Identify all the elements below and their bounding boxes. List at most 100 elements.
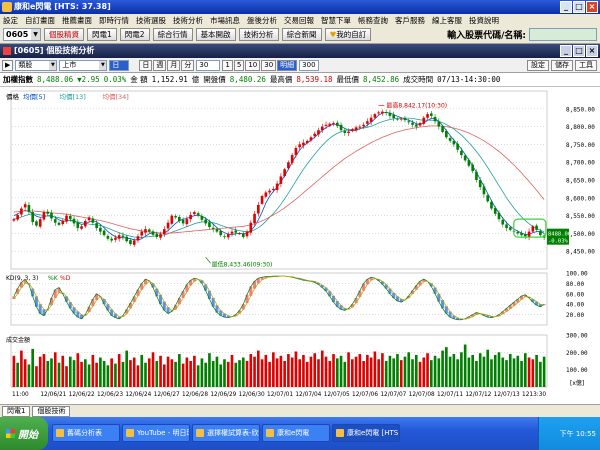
maximize-icon[interactable]: □ <box>573 1 585 13</box>
period-button-2[interactable]: 月 <box>167 59 181 71</box>
candle-body <box>223 236 226 238</box>
range-button-1[interactable]: 5 <box>233 59 245 71</box>
kd-y-tick: 40.00 <box>566 302 584 309</box>
toolbar-button-4[interactable]: 基本開啟 <box>195 28 236 41</box>
type-dropdown-icon[interactable]: ▼ <box>49 60 57 70</box>
candle-body <box>12 219 16 221</box>
type-select[interactable]: 類股 ▼ <box>15 59 58 71</box>
volume-bar <box>275 358 279 387</box>
low-label: 最低價 <box>336 75 360 84</box>
candle-body <box>162 229 166 235</box>
volume-bar <box>166 356 170 387</box>
toolbar-button-5[interactable]: 技術分析 <box>238 28 279 41</box>
volume-bar <box>279 355 283 387</box>
stock-search-input[interactable] <box>529 28 597 41</box>
candle-body <box>200 215 204 220</box>
menu-item-9[interactable]: 智慧下單 <box>321 15 351 26</box>
candle-body <box>174 215 177 218</box>
close-icon[interactable]: × <box>586 1 598 13</box>
candle-body <box>257 204 260 214</box>
period-button-0[interactable]: 日 <box>139 59 153 71</box>
market-dropdown-icon[interactable]: ▼ <box>99 60 107 70</box>
kd-diff-bar <box>128 303 132 309</box>
toolbar-button-1[interactable]: 閃電1 <box>87 28 117 41</box>
bottom-tab-1[interactable]: 個股技術 <box>32 405 71 417</box>
kd-diff-bar <box>433 287 437 294</box>
chevron-down-icon[interactable]: ▼ <box>31 29 40 40</box>
inner-close-icon[interactable]: × <box>586 45 598 57</box>
candle-body <box>185 219 189 225</box>
period-button-3[interactable]: 分 <box>181 59 195 71</box>
toolbar-button-6[interactable]: 綜合新聞 <box>281 28 322 41</box>
menu-item-1[interactable]: 自訂畫面 <box>25 15 55 26</box>
menu-item-12[interactable]: 線上客服 <box>432 15 462 26</box>
menu-item-10[interactable]: 帳務查詢 <box>358 15 388 26</box>
window-titlebar[interactable]: 康和e閃電 [HTS: 37.38] _ □ × <box>0 0 600 14</box>
menu-item-2[interactable]: 推薦畫面 <box>62 15 92 26</box>
technical-chart[interactable]: 8,850.00 8,800.00 8,750.00 8,700.00 8,650.00… <box>0 87 600 404</box>
menu-item-6[interactable]: 市場訊息 <box>210 15 240 26</box>
taskbar-item-0[interactable]: 舊碼分析表 <box>52 424 120 442</box>
bottom-tab-0[interactable]: 閃電1 <box>2 405 31 417</box>
candle-body <box>110 238 113 241</box>
volume-bar <box>320 350 324 387</box>
main-y-tick: 8,750.00 <box>566 142 595 149</box>
candle-body <box>508 227 512 230</box>
chart-area[interactable]: 8,850.00 8,800.00 8,750.00 8,700.00 8,650.00… <box>0 87 600 404</box>
candle-body <box>298 144 301 148</box>
volume-bar <box>302 354 305 387</box>
tool-button-2[interactable]: 工具 <box>575 59 597 71</box>
volume-bar <box>151 352 155 387</box>
candle-body <box>467 160 471 166</box>
minute-select[interactable]: 30 <box>196 59 221 71</box>
range-button-0[interactable]: 1 <box>222 59 233 71</box>
menu-item-3[interactable]: 即時行情 <box>99 15 129 26</box>
menu-item-8[interactable]: 交易回報 <box>284 15 314 26</box>
range-button-3[interactable]: 30 <box>261 59 277 71</box>
toolbar-button-3[interactable]: 綜合行情 <box>152 28 193 41</box>
inner-window-titlebar[interactable]: [0605] 個股技術分析 _ □ × <box>0 44 600 58</box>
candle-body <box>151 231 155 235</box>
menu-item-5[interactable]: 技術分析 <box>173 15 203 26</box>
minute-select-value: 30 <box>199 60 209 69</box>
period-button-1[interactable]: 週 <box>153 59 167 71</box>
high-annotation: 最高8,842.17(10:30) <box>386 102 447 110</box>
kd-diff-bar <box>207 290 211 299</box>
volume-bar <box>403 356 407 387</box>
minimize-icon[interactable]: _ <box>560 1 572 13</box>
candle-body <box>351 129 354 131</box>
inner-minimize-icon[interactable]: _ <box>560 45 572 57</box>
candle-body <box>178 217 181 221</box>
taskbar-item-4[interactable]: 康和e閃電 [HTS: 37.38] <box>332 424 400 442</box>
menu-item-0[interactable]: 設定 <box>3 15 18 26</box>
menu-item-13[interactable]: 投資說明 <box>469 15 499 26</box>
candle-body <box>524 234 527 237</box>
taskbar-item-2[interactable]: 選擇權試算表-欣統... <box>192 424 260 442</box>
taskbar-item-1[interactable]: YouTube - 明日瑞台... <box>122 424 190 442</box>
count-input[interactable]: 300 <box>299 59 320 71</box>
favorite-button[interactable]: ♥我的自訂 <box>324 28 372 41</box>
toolbar-button-0[interactable]: 個股精資 <box>44 28 84 41</box>
taskbar-app-icon <box>266 429 274 437</box>
vol-y-tick: 200.00 <box>566 350 588 357</box>
candle-body <box>38 219 42 227</box>
tool-button-1[interactable]: 儲存 <box>551 59 573 71</box>
period-select[interactable]: 日 <box>109 59 130 71</box>
menu-item-11[interactable]: 客戶服務 <box>395 15 425 26</box>
stock-code-select[interactable]: 0605 ▼ <box>3 28 41 41</box>
play-icon[interactable]: ▶ <box>2 59 14 71</box>
inner-maximize-icon[interactable]: □ <box>573 45 585 57</box>
candle-body <box>136 236 140 241</box>
candle-body <box>535 225 538 230</box>
taskbar-item-label: YouTube - 明日瑞台... <box>137 429 189 437</box>
menu-item-7[interactable]: 盤後分析 <box>247 15 277 26</box>
range-button-2[interactable]: 10 <box>245 59 261 71</box>
market-select[interactable]: 上市 ▼ <box>59 59 108 71</box>
menu-item-4[interactable]: 技術選股 <box>136 15 166 26</box>
toolbar-button-2[interactable]: 閃電2 <box>119 28 150 41</box>
taskbar-item-3[interactable]: 康和e閃電 <box>262 424 330 442</box>
range-button-4[interactable]: 明細 <box>277 59 298 71</box>
tool-button-0[interactable]: 設定 <box>527 59 549 71</box>
start-button[interactable]: 開始 <box>0 417 48 450</box>
kd-diff-bar <box>241 304 245 310</box>
